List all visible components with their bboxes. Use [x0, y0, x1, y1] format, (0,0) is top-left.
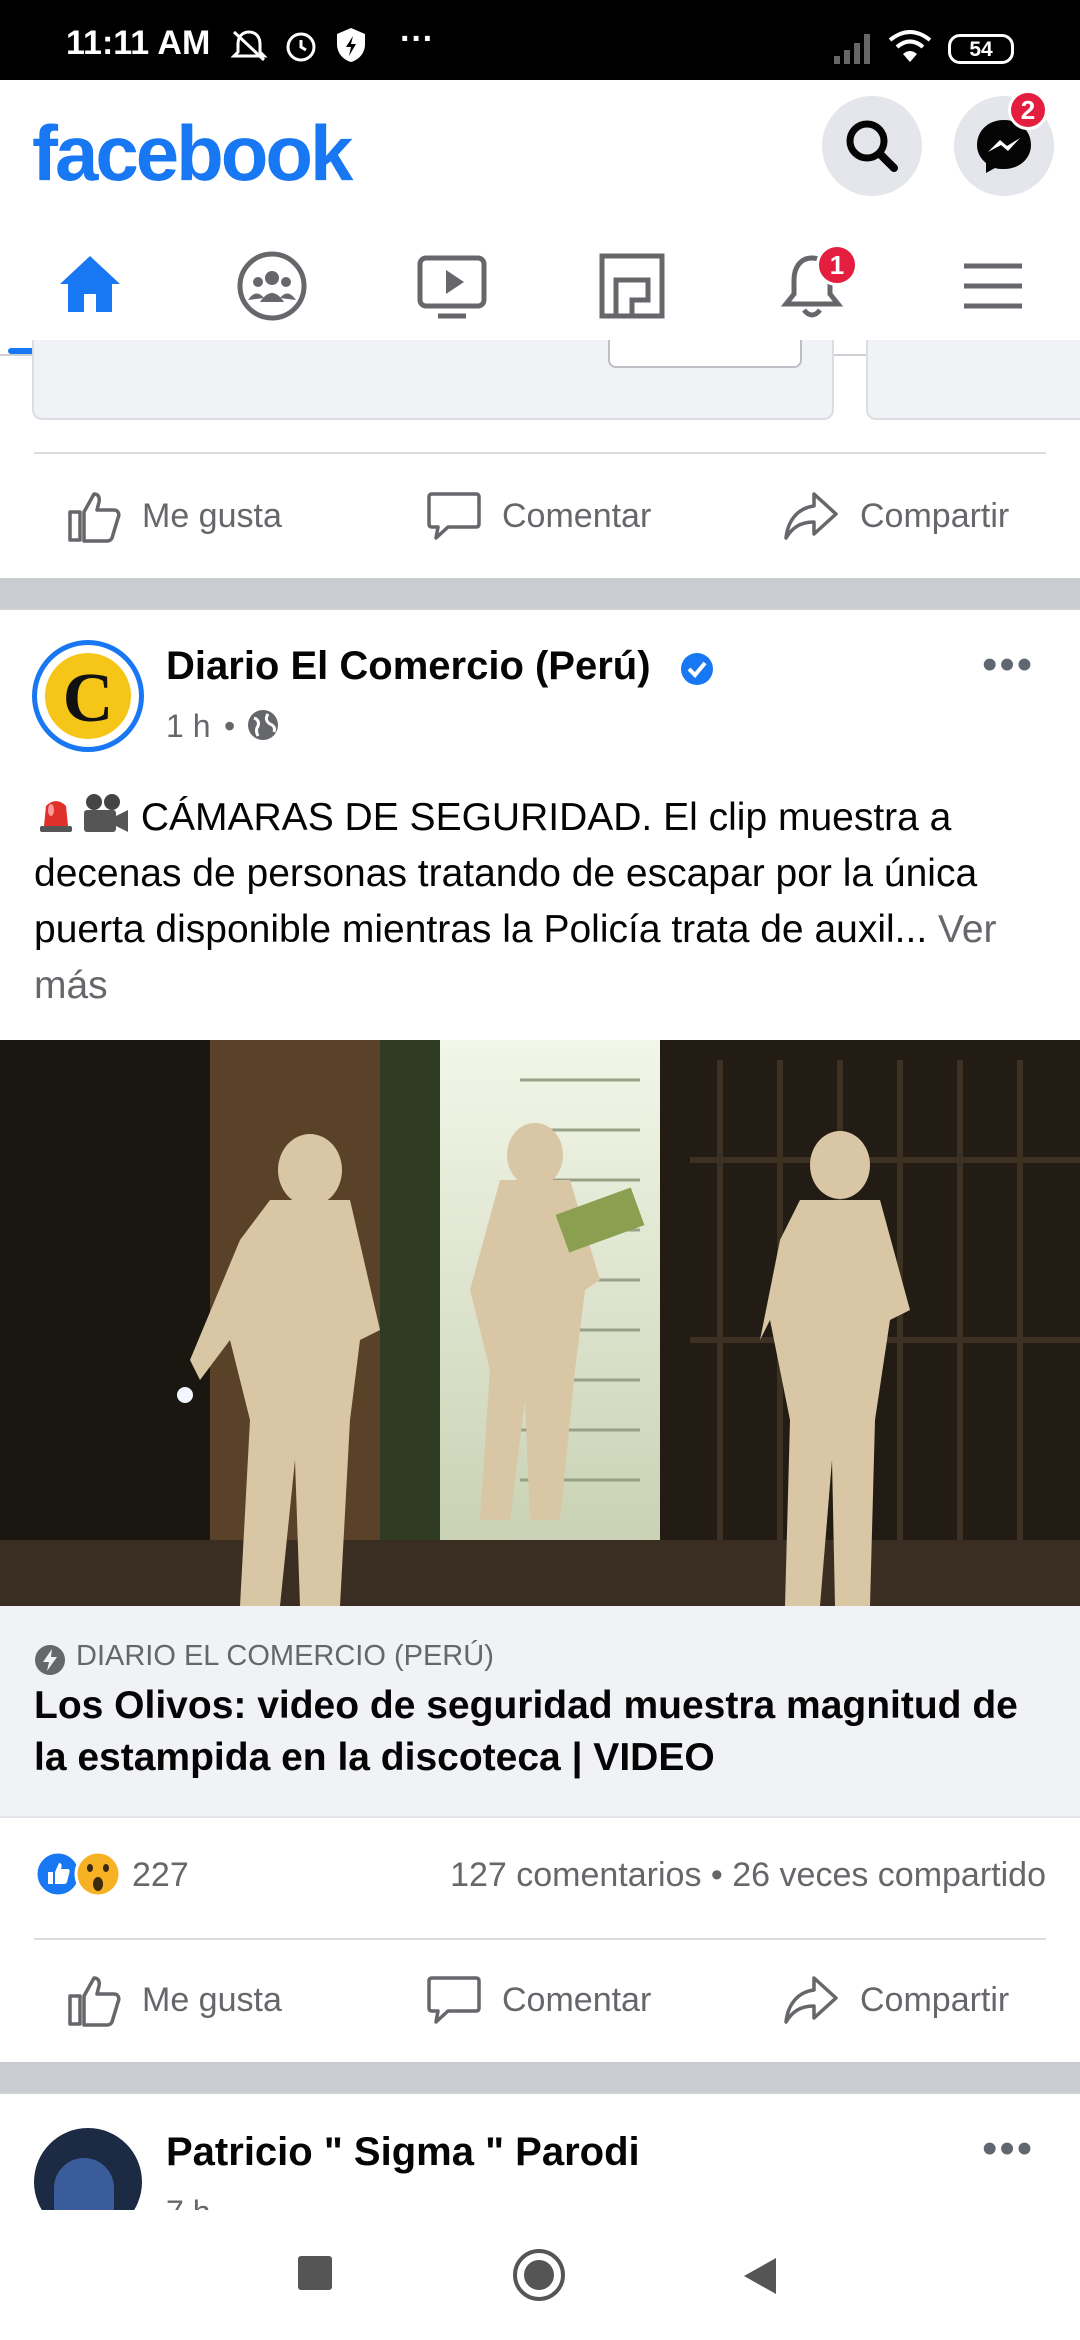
battery-level: 54: [969, 38, 993, 61]
search-icon: [846, 120, 898, 172]
share-icon: [784, 492, 838, 540]
divider: [34, 452, 1046, 454]
next-post-header: Patricio " Sigma " Parodi 7 h •••: [0, 2094, 1080, 2210]
tab-home[interactable]: [0, 228, 180, 354]
menu-icon: [964, 263, 1022, 309]
feed-separator-line: [0, 608, 1080, 610]
signal-icon: [834, 34, 870, 64]
facebook-logo[interactable]: facebook: [32, 108, 353, 199]
previous-post-button[interactable]: [608, 340, 802, 368]
siren-icon: [40, 801, 72, 832]
previous-post-card[interactable]: [32, 340, 834, 420]
meta-separator: •: [224, 708, 236, 744]
el-comercio-logo: C: [45, 653, 131, 739]
page-avatar[interactable]: C: [32, 640, 144, 752]
mute-icon: [230, 30, 268, 62]
shield-icon: [337, 28, 365, 62]
reaction-count[interactable]: 227: [132, 1856, 189, 1895]
search-button[interactable]: [822, 96, 922, 196]
post-time[interactable]: 1 h: [166, 708, 210, 745]
tab-bar: 1: [0, 228, 1080, 356]
more-notifications-indicator: ···: [400, 20, 434, 58]
app-header: facebook 2: [0, 80, 1080, 228]
home-button[interactable]: [512, 2248, 566, 2302]
post-actions: Me gusta Comentar Compartir: [0, 1940, 1080, 2060]
previous-post-actions: Me gusta Comentar Compartir: [0, 456, 1080, 576]
share-icon: [784, 1976, 838, 2024]
alarm-icon: [286, 32, 316, 62]
battery-icon: 54: [948, 34, 1014, 64]
share-label: Compartir: [860, 496, 1010, 535]
share-label: Compartir: [860, 1980, 1010, 2019]
tab-notifications[interactable]: 1: [720, 228, 900, 354]
tab-marketplace[interactable]: [540, 228, 720, 354]
marketplace-icon: [599, 253, 665, 319]
feed-separator: [0, 2062, 1080, 2094]
video-icon: [417, 255, 487, 319]
wifi-icon: [888, 30, 932, 62]
thumbs-up-icon: [68, 492, 121, 543]
status-bar: 11:11 AM ··· 54: [0, 0, 1080, 80]
groups-icon: [237, 251, 307, 321]
link-source: DIARIO EL COMERCIO (PERÚ): [76, 1640, 494, 1672]
previous-post-card-next[interactable]: [866, 340, 1080, 420]
status-time: 11:11 AM: [66, 24, 211, 62]
like-button[interactable]: Me gusta: [66, 1940, 282, 2060]
globe-icon: [248, 710, 278, 740]
post-stats: 127 comentarios • 26 veces compartido: [450, 1856, 1046, 1895]
comments-count[interactable]: 127 comentarios: [450, 1856, 701, 1894]
like-label: Me gusta: [142, 1980, 282, 2019]
post-options-button[interactable]: •••: [982, 640, 1034, 690]
comment-label: Comentar: [502, 496, 652, 535]
stats-separator: •: [710, 1856, 723, 1894]
shares-count[interactable]: 26 veces compartido: [732, 1856, 1046, 1894]
recents-button[interactable]: [298, 2256, 332, 2290]
comment-button[interactable]: Comentar: [426, 456, 651, 576]
link-divider: [0, 1816, 1080, 1818]
tab-watch[interactable]: [360, 228, 540, 354]
verified-badge-icon: [681, 653, 713, 685]
video-camera-icon: [84, 794, 128, 832]
next-post-time[interactable]: 7 h: [166, 2194, 210, 2210]
post-image[interactable]: [0, 1040, 1080, 1606]
messenger-button[interactable]: 2: [954, 90, 1054, 196]
share-button[interactable]: Compartir: [782, 1940, 1009, 2060]
back-button[interactable]: [740, 2254, 780, 2298]
share-button[interactable]: Compartir: [782, 456, 1009, 576]
comment-label: Comentar: [502, 1980, 652, 2019]
comment-icon: [427, 492, 481, 540]
instant-article-icon: [35, 1645, 65, 1675]
system-navigation-bar: [0, 2210, 1080, 2340]
forensic-scene-illustration: [0, 1040, 1080, 1606]
notifications-badge: 1: [816, 244, 858, 286]
comment-button[interactable]: Comentar: [426, 1940, 651, 2060]
reactions-summary[interactable]: [34, 1846, 134, 1906]
post-text: CÁMARAS DE SEGURIDAD. El clip muestra a …: [34, 790, 1054, 1014]
feed-separator: [0, 578, 1080, 610]
like-label: Me gusta: [142, 496, 282, 535]
link-title[interactable]: Los Olivos: video de seguridad muestra m…: [34, 1680, 1054, 1784]
home-icon: [60, 256, 120, 312]
next-post-options-button[interactable]: •••: [982, 2124, 1034, 2174]
tab-menu[interactable]: [900, 228, 1080, 354]
post-author[interactable]: Diario El Comercio (Perú): [166, 644, 651, 689]
comment-icon: [427, 1976, 481, 2024]
messenger-badge: 2: [1008, 90, 1048, 130]
reaction-icons: [34, 1850, 122, 1898]
like-button[interactable]: Me gusta: [66, 456, 282, 576]
next-post-author[interactable]: Patricio " Sigma " Parodi: [166, 2130, 640, 2175]
post-body: CÁMARAS DE SEGURIDAD. El clip muestra a …: [34, 796, 978, 951]
tab-groups[interactable]: [180, 228, 360, 354]
thumbs-up-icon: [68, 1976, 121, 2027]
next-post-avatar[interactable]: [34, 2128, 142, 2210]
